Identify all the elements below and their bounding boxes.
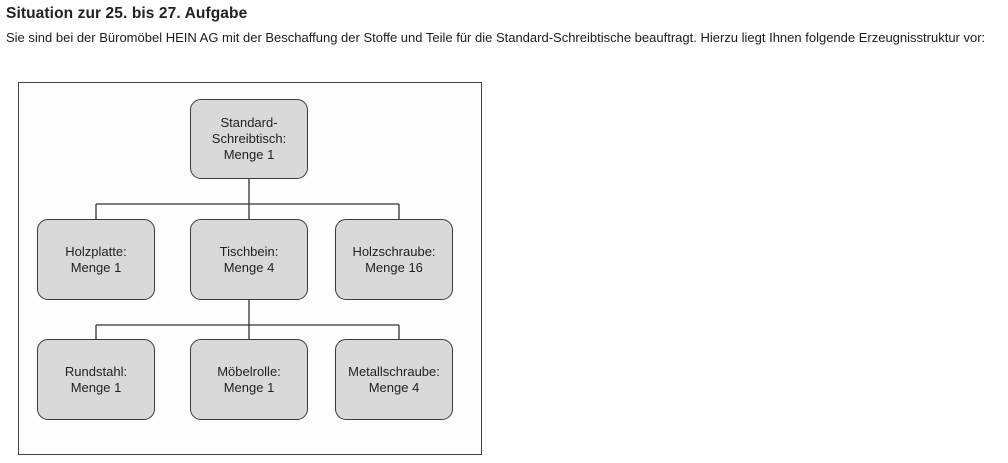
node-holzschraube: Holzschraube: Menge 16 <box>335 219 453 300</box>
node-moebelrolle: Möbelrolle: Menge 1 <box>190 339 308 420</box>
node-label-line: Tischbein: <box>219 243 279 259</box>
node-rundstahl: Rundstahl: Menge 1 <box>37 339 155 420</box>
node-label-line: Schreibtisch: <box>211 131 287 146</box>
node-label-line: Menge 16 <box>365 259 423 275</box>
node-label-line: Holzschraube: <box>352 243 436 259</box>
node-label-line: Menge 1 <box>70 259 122 275</box>
node-label-line: Menge 1 <box>223 147 275 162</box>
node-tischbein: Tischbein: Menge 4 <box>190 219 308 300</box>
node-label-line: Menge 4 <box>368 379 420 395</box>
node-standard-schreibtisch: Standard- Schreibtisch: Menge 1 <box>190 99 308 179</box>
node-holzplatte: Holzplatte: Menge 1 <box>37 219 155 300</box>
node-label-line: Menge 4 <box>223 259 275 275</box>
node-metallschraube: Metallschraube: Menge 4 <box>335 339 453 420</box>
section-heading: Situation zur 25. bis 27. Aufgabe <box>6 5 248 22</box>
node-label-line: Rundstahl: <box>64 363 128 379</box>
node-label-line: Metallschraube: <box>348 363 440 379</box>
intro-text: Sie sind bei der Büromöbel HEIN AG mit d… <box>6 30 986 45</box>
node-label-line: Menge 1 <box>223 379 275 395</box>
node-label-line: Standard- <box>220 115 278 130</box>
node-label-line: Menge 1 <box>70 379 122 395</box>
node-label-line: Möbelrolle: <box>217 363 281 379</box>
node-label-line: Holzplatte: <box>65 243 127 259</box>
product-structure-diagram: Standard- Schreibtisch: Menge 1 Holzplat… <box>18 82 482 455</box>
